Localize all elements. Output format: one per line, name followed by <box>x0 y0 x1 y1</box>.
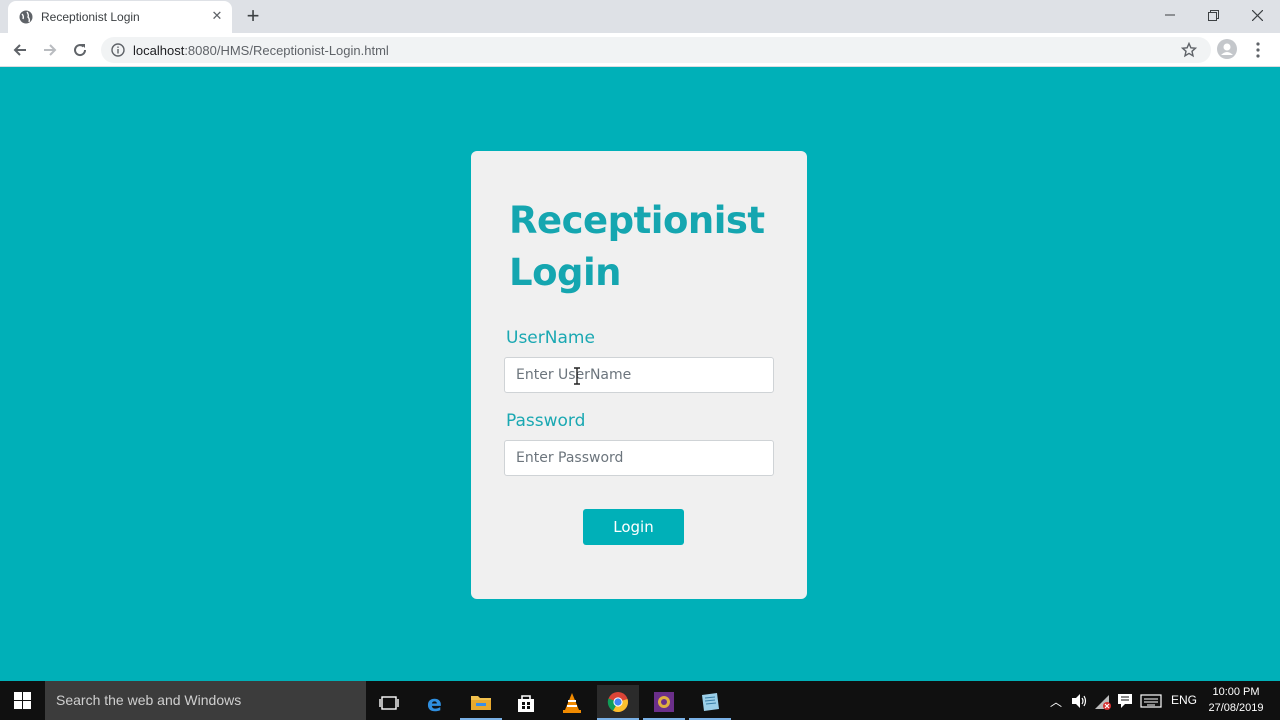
login-card: Receptionist Login UserName Password Log… <box>471 151 807 599</box>
browser-toolbar: localhost:8080/HMS/Receptionist-Login.ht… <box>0 33 1280 67</box>
page-title: Receptionist Login <box>509 199 765 294</box>
edge-icon: e <box>427 692 442 714</box>
reload-button[interactable] <box>69 39 91 61</box>
minimize-button[interactable] <box>1147 0 1193 30</box>
store-bag-icon <box>518 694 534 712</box>
clock-date: 27/08/2019 <box>1208 702 1264 714</box>
login-button[interactable]: Login <box>583 509 684 545</box>
task-view-button[interactable] <box>368 685 410 720</box>
language-indicator[interactable]: ENG <box>1171 693 1197 707</box>
taskbar-search-placeholder: Search the web and Windows <box>56 692 242 708</box>
close-window-button[interactable] <box>1234 0 1280 30</box>
url-host: localhost <box>133 43 185 58</box>
text-cursor-icon <box>574 367 580 385</box>
restore-icon <box>1207 9 1219 21</box>
tab-strip: Receptionist Login ✕ + <box>0 0 1280 33</box>
star-icon[interactable] <box>1181 42 1197 58</box>
back-button[interactable] <box>9 39 31 61</box>
action-center-icon[interactable] <box>1117 693 1133 709</box>
chrome-icon <box>607 691 628 712</box>
password-input[interactable] <box>504 440 774 476</box>
username-input[interactable] <box>504 357 774 393</box>
edge-browser-button[interactable]: e <box>415 685 457 720</box>
new-tab-button[interactable]: + <box>243 5 263 27</box>
show-hidden-icons-icon[interactable]: ︿ <box>1050 693 1062 710</box>
tab-title: Receptionist Login <box>41 10 140 24</box>
folder-icon <box>471 695 491 710</box>
notes-icon <box>702 692 719 711</box>
url-path: :8080/HMS/Receptionist-Login.html <box>184 43 389 58</box>
close-icon <box>1251 9 1263 21</box>
clock-time: 10:00 PM <box>1212 686 1260 698</box>
notes-app-button[interactable] <box>689 685 731 720</box>
vlc-button[interactable] <box>551 685 593 720</box>
close-tab-icon[interactable]: ✕ <box>209 8 225 24</box>
store-button[interactable] <box>505 685 547 720</box>
windows-logo-icon <box>13 692 31 709</box>
task-view-icon <box>379 695 399 710</box>
page-background: Receptionist Login UserName Password Log… <box>0 67 1280 681</box>
vlc-cone-icon <box>563 692 581 713</box>
app-tile-icon <box>654 691 674 712</box>
restore-button[interactable] <box>1190 0 1236 30</box>
globe-icon <box>19 10 33 24</box>
volume-icon[interactable] <box>1071 693 1089 709</box>
address-bar[interactable]: localhost:8080/HMS/Receptionist-Login.ht… <box>101 37 1211 63</box>
profile-avatar-icon[interactable] <box>1217 39 1237 59</box>
network-icon[interactable] <box>1094 694 1112 710</box>
arrow-right-icon <box>44 44 57 56</box>
more-menu-icon[interactable] <box>1251 41 1265 59</box>
system-clock[interactable]: 10:00 PM 27/08/2019 <box>1204 684 1268 716</box>
username-label: UserName <box>506 328 595 348</box>
file-explorer-button[interactable] <box>460 685 502 720</box>
arrow-left-icon <box>13 44 26 56</box>
taskbar: Search the web and Windows e ︿ ENG 10:00… <box>0 681 1280 720</box>
reload-icon <box>74 44 87 57</box>
forward-button[interactable] <box>39 39 61 61</box>
url-text[interactable]: localhost:8080/HMS/Receptionist-Login.ht… <box>133 43 389 58</box>
minimize-icon <box>1165 14 1175 16</box>
start-button[interactable] <box>0 681 44 720</box>
svg-text:e: e <box>427 692 442 714</box>
taskbar-search[interactable]: Search the web and Windows <box>45 681 366 720</box>
tab-receptionist-login[interactable]: Receptionist Login ✕ <box>8 1 232 33</box>
keyboard-icon[interactable] <box>1140 694 1162 708</box>
password-label: Password <box>506 411 586 431</box>
chrome-button[interactable] <box>597 685 639 720</box>
info-icon[interactable] <box>111 43 125 57</box>
app-button[interactable] <box>643 685 685 720</box>
